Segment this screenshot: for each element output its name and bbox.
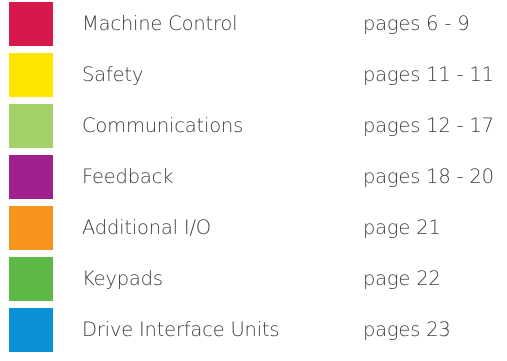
page-range: pages 18 - 20 (363, 165, 494, 188)
legend-row-drive-interface-units[interactable]: Drive Interface Units pages 23 (0, 308, 507, 354)
color-swatch (9, 53, 53, 97)
page-range: pages 6 - 9 (363, 12, 470, 35)
page-range: pages 23 (363, 318, 451, 341)
legend-row-keypads[interactable]: Keypads page 22 (0, 257, 507, 303)
legend-row-additional-io[interactable]: Additional I/O page 21 (0, 206, 507, 252)
page-range: pages 11 - 11 (363, 63, 494, 86)
section-label: Communications (82, 114, 244, 137)
color-swatch (9, 104, 53, 148)
color-swatch (9, 257, 53, 301)
section-label: Feedback (82, 165, 174, 188)
color-swatch (9, 206, 53, 250)
color-swatch (9, 308, 53, 352)
legend-row-feedback[interactable]: Feedback pages 18 - 20 (0, 155, 507, 201)
section-label: Drive Interface Units (82, 318, 280, 341)
section-label: Keypads (82, 267, 163, 290)
color-swatch (9, 155, 53, 199)
page-range: pages 12 - 17 (363, 114, 494, 137)
page-range: page 22 (363, 267, 441, 290)
section-label: Additional I/O (82, 216, 211, 239)
page-range: page 21 (363, 216, 441, 239)
legend-row-safety[interactable]: Safety pages 11 - 11 (0, 53, 507, 99)
legend-row-communications[interactable]: Communications pages 12 - 17 (0, 104, 507, 150)
legend-row-machine-control[interactable]: Machine Control pages 6 - 9 (0, 2, 507, 48)
section-label: Safety (82, 63, 144, 86)
section-legend: Machine Control pages 6 - 9 Safety pages… (0, 0, 507, 361)
section-label: Machine Control (82, 12, 238, 35)
color-swatch (9, 2, 53, 46)
